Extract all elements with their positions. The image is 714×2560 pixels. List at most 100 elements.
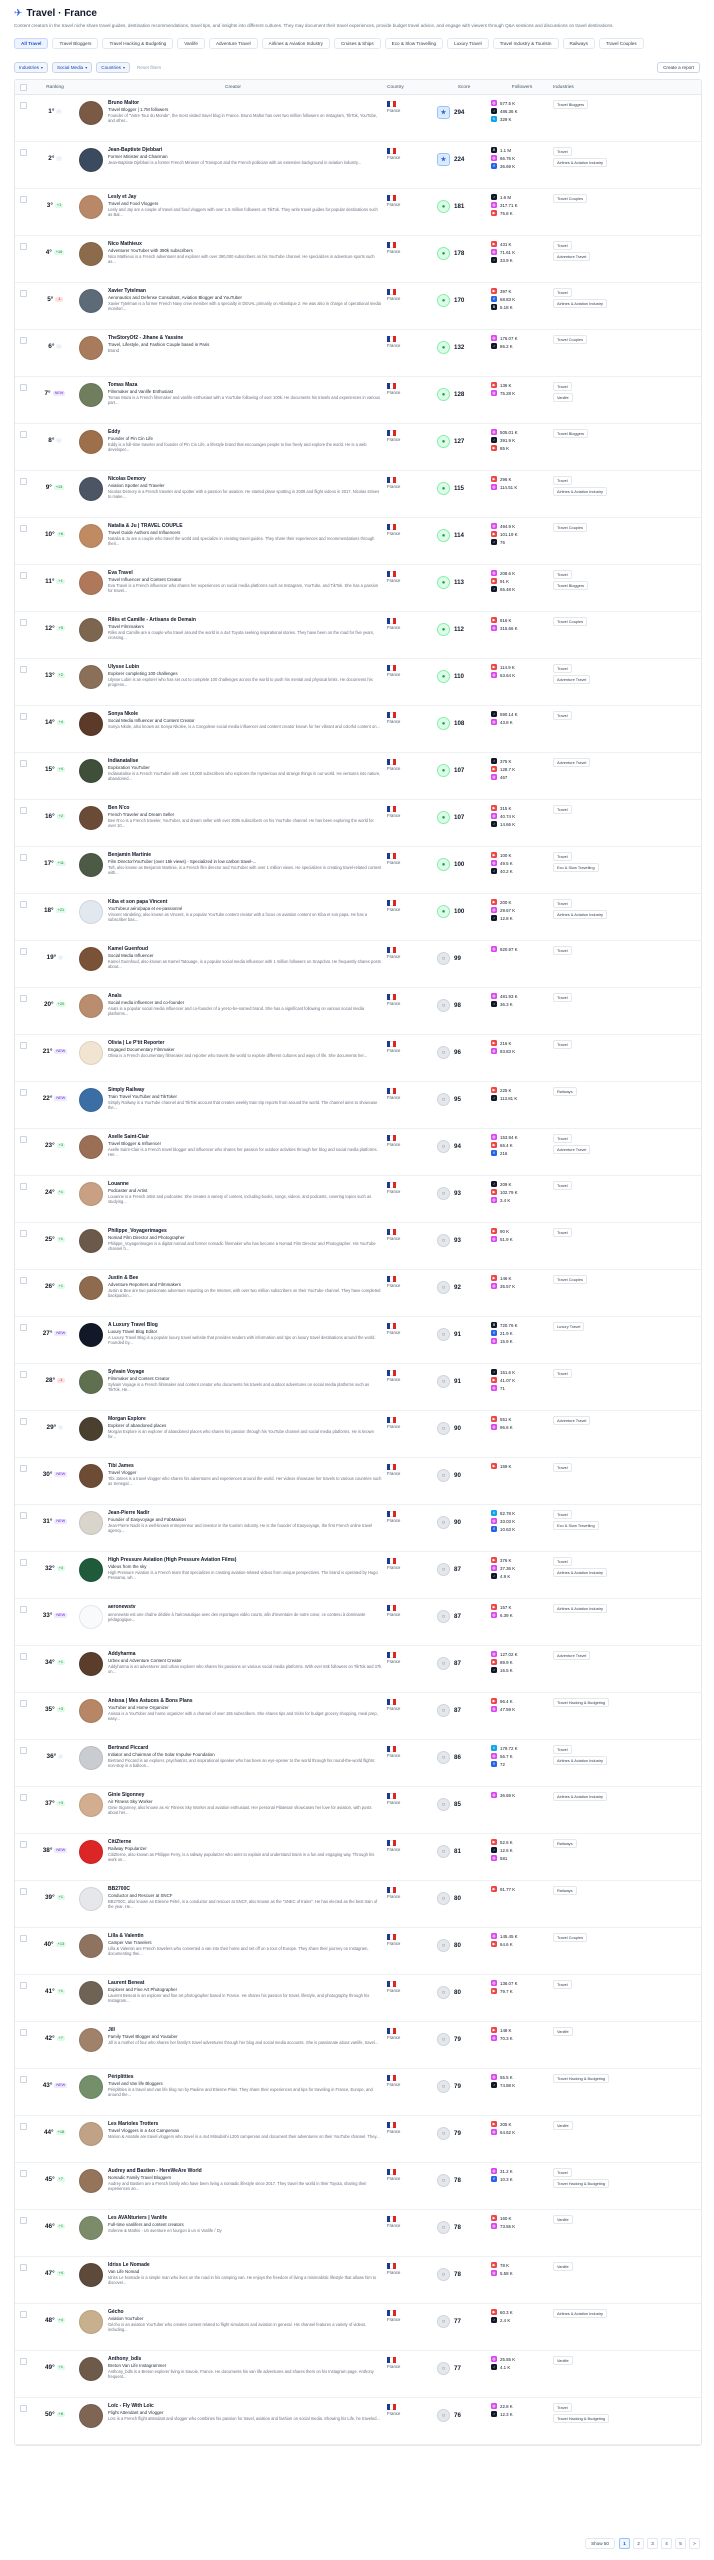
ig-icon[interactable]: ◎ (491, 2223, 497, 2230)
industry-tag[interactable]: Airlines & Aviation Industry (553, 1568, 607, 1578)
yt-icon[interactable]: ▶ (491, 2027, 497, 2034)
creator-name[interactable]: Eva Travel (108, 570, 382, 576)
row-checkbox[interactable] (19, 1371, 27, 1379)
table-row[interactable]: 42° +7 Jill Family Travel Blogger and Youtu… (15, 2022, 701, 2070)
row-checkbox[interactable] (19, 2358, 27, 2366)
ig-icon[interactable]: ◎ (491, 155, 497, 162)
row-checkbox[interactable] (19, 1653, 27, 1661)
row-checkbox[interactable] (19, 713, 27, 721)
creator-name[interactable]: Jean-Baptiste Djebbari (108, 147, 382, 153)
yt-icon[interactable]: ▶ (491, 617, 497, 624)
industry-tag[interactable]: Airlines & Aviation Industry (553, 910, 607, 920)
industry-tag[interactable]: Travel (553, 1980, 572, 1990)
row-checkbox[interactable] (19, 290, 27, 298)
table-row[interactable]: 8° - Eddy Founder of Pin Cin Life Eddy is a … (15, 424, 701, 472)
industry-tag[interactable]: Airlines & Aviation Industry (553, 2309, 607, 2319)
yt-icon[interactable]: ▶ (491, 382, 497, 389)
creator[interactable]: TheStoryOf2 - Jihane & Yassine Travel, Li… (79, 335, 387, 361)
creator-name[interactable]: Tomas Maza (108, 382, 382, 388)
creator[interactable]: Kamel Guenfoud Social Media Influencer Kam… (79, 946, 387, 972)
creator[interactable]: Xavier Tytelman Aeronautics and Defense C… (79, 288, 387, 314)
industry-tag[interactable]: Travel (553, 711, 572, 721)
fb-icon[interactable]: f (491, 1761, 497, 1768)
creator-name[interactable]: Morgan Explore (108, 1416, 382, 1422)
creator-name[interactable]: Xavier Tytelman (108, 288, 382, 294)
creator[interactable]: Sylvain Voyage Filmmaker and Content Crea… (79, 1369, 387, 1395)
row-checkbox[interactable] (19, 2311, 27, 2319)
creator-name[interactable]: Les AVANturiers | Vanlife (108, 2215, 382, 2221)
tk-icon[interactable]: ♪ (491, 1095, 497, 1102)
industry-tag[interactable]: Travel Bloggers (553, 429, 589, 439)
industry-tag[interactable]: Airlines & Aviation Industry (553, 1756, 607, 1766)
creator[interactable]: Loïc - Fly With Loïc Flight Attendant and… (79, 2403, 387, 2429)
creator-name[interactable]: High Pressure Aviation (High Pressure Av… (108, 1557, 382, 1563)
industry-tag[interactable]: Travel Couples (553, 523, 588, 533)
table-row[interactable]: 26° +1 Justin & Bee Adventure Reporters and… (15, 1270, 701, 1318)
industry-tag[interactable]: Travel Hacking & Budgeting (553, 2179, 610, 2189)
page-button[interactable]: 3 (647, 2537, 658, 2549)
table-row[interactable]: 41° +1 Laurent Beneat Explorer and Fine Art… (15, 1975, 701, 2023)
creator[interactable]: aeronewstv aeronewstv est une chaîne dédi… (79, 1604, 387, 1630)
creator[interactable]: Eva Travel Travel Influencer and Content … (79, 570, 387, 596)
industry-tag[interactable]: Travel (553, 382, 572, 392)
industry-tag[interactable]: Airlines & Aviation Industry (553, 1604, 607, 1614)
yt-icon[interactable]: ▶ (491, 210, 497, 217)
industry-tag[interactable]: Airlines & Aviation Industry (553, 299, 607, 309)
tk-icon[interactable]: ♪ (491, 437, 497, 444)
table-row[interactable]: 49° +1 Anthony_bdls Breton Van Life Instagr… (15, 2351, 701, 2399)
row-checkbox[interactable] (19, 1982, 27, 1990)
fb-icon[interactable]: f (491, 1150, 497, 1157)
industry-tag[interactable]: Adventure Travel (553, 758, 591, 768)
ig-icon[interactable]: ◎ (491, 390, 497, 397)
creator[interactable]: Kiba et son papa Vincent YouTubeur aéro/p… (79, 899, 387, 925)
row-checkbox[interactable] (19, 807, 27, 815)
table-row[interactable]: 25° +1 Philippe_Voyagerimages Nomad Film Di… (15, 1223, 701, 1271)
creator[interactable]: Ulysse Lubin Explorer completing 100 chal… (79, 664, 387, 690)
yt-icon[interactable]: ▶ (491, 2262, 497, 2269)
row-checkbox[interactable] (19, 431, 27, 439)
select-all-checkbox[interactable] (19, 83, 27, 91)
column-ranking[interactable]: Ranking (31, 85, 79, 90)
row-checkbox[interactable] (19, 102, 27, 110)
tk-icon[interactable]: ♪ (491, 821, 497, 828)
industry-tag[interactable]: Airlines & Aviation Industry (553, 487, 607, 497)
industry-tag[interactable]: Travel (553, 1040, 572, 1050)
industry-tag[interactable]: Vanlife (553, 2121, 573, 2131)
creator-name[interactable]: Olivia | Le P'tit Reporter (108, 1040, 382, 1046)
table-row[interactable]: 21° NEW Olivia | Le P'tit Reporter Engaged … (15, 1035, 701, 1083)
industry-tag[interactable]: Travel (553, 852, 572, 862)
table-row[interactable]: 27° NEW A Luxury Travel Blog Luxury Travel … (15, 1317, 701, 1365)
tk-icon[interactable]: ♪ (491, 1369, 497, 1376)
ig-icon[interactable]: ◎ (491, 774, 497, 781)
yt-icon[interactable]: ▶ (491, 578, 497, 585)
industry-tag[interactable]: Travel Couples (553, 335, 588, 345)
row-checkbox[interactable] (19, 666, 27, 674)
ig-icon[interactable]: ◎ (491, 2403, 497, 2410)
creator-name[interactable]: Addyharma (108, 1651, 382, 1657)
row-checkbox[interactable] (19, 1512, 27, 1520)
table-row[interactable]: 16° +2 Ben N'co French Traveler and Dream S… (15, 800, 701, 848)
creator[interactable]: Les AVANturiers | Vanlife Full-time vanli… (79, 2215, 387, 2241)
row-checkbox[interactable] (19, 1042, 27, 1050)
ig-icon[interactable]: ◎ (491, 1236, 497, 1243)
table-row[interactable]: 1° - Bruno Maltor Travel Blogger | 1.7M fol… (15, 95, 701, 143)
ig-icon[interactable]: ◎ (491, 2168, 497, 2175)
creator[interactable]: Justin & Bee Adventure Reporters and Film… (79, 1275, 387, 1301)
yt-icon[interactable]: ▶ (491, 1377, 497, 1384)
yt-icon[interactable]: ▶ (491, 1228, 497, 1235)
row-checkbox[interactable] (19, 1935, 27, 1943)
yt-icon[interactable]: ▶ (491, 1886, 497, 1893)
table-row[interactable]: 28° -1 Sylvain Voyage Filmmaker and Content… (15, 1364, 701, 1412)
yt-icon[interactable]: ▶ (491, 1040, 497, 1047)
ig-icon[interactable]: ◎ (491, 993, 497, 1000)
row-checkbox[interactable] (19, 2029, 27, 2037)
table-row[interactable]: 20° +20 Anaïs Social media influencer and c… (15, 988, 701, 1036)
creator-name[interactable]: Rilès et Camille - Artisans de Demain (108, 617, 382, 623)
social-media-filter[interactable]: Social Media ▾ (51, 61, 93, 73)
creator[interactable]: Rilès et Camille - Artisans de Demain Tra… (79, 617, 387, 643)
row-checkbox[interactable] (19, 1324, 27, 1332)
creator[interactable]: Tomas Maza Filmmaker and Vanlife Enthusia… (79, 382, 387, 408)
ig-icon[interactable]: ◎ (491, 907, 497, 914)
yt-icon[interactable]: ▶ (491, 2121, 497, 2128)
tk-icon[interactable]: ♪ (491, 108, 497, 115)
